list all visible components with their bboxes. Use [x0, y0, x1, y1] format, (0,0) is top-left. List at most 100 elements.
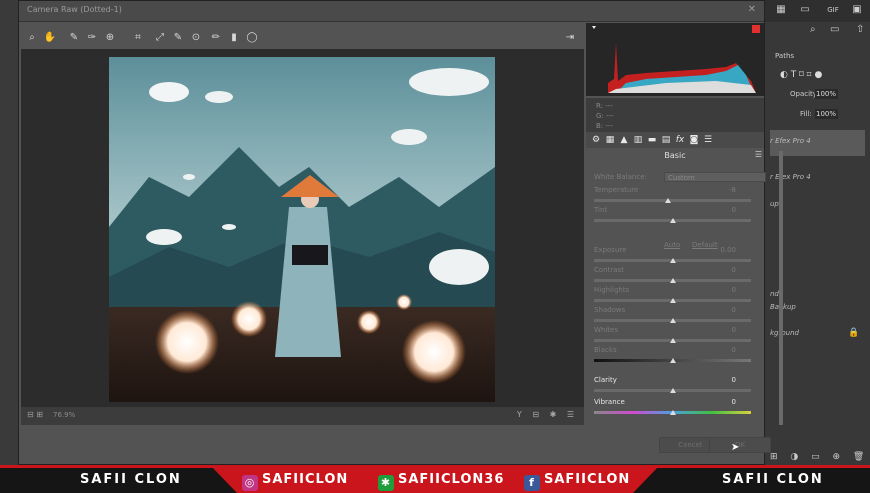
slider-label: Shadows — [594, 306, 626, 314]
facebook-text: SAFIICLON — [544, 472, 631, 487]
slider-value[interactable]: 0 — [732, 206, 736, 214]
layer-row[interactable]: up — [770, 197, 865, 211]
graduated-filter-icon[interactable]: ▮ — [227, 31, 241, 45]
lens-tab-icon[interactable]: ▤ — [660, 134, 672, 146]
gif-icon[interactable]: GIF — [823, 4, 843, 16]
title-bar: Camera Raw (Dotted-1) ✕ — [19, 1, 764, 22]
hand-icon[interactable]: ✋ — [43, 31, 57, 45]
zoom-controls-icon[interactable]: ⊟ ⊞ — [27, 410, 43, 419]
instagram-icon: ◎ — [242, 475, 258, 491]
open-preferences-icon[interactable]: ⇥ — [563, 31, 577, 45]
document-icon[interactable]: ▭ — [799, 4, 811, 16]
slider-handle[interactable] — [669, 278, 676, 283]
adjustment-brush-icon[interactable]: ✏ — [209, 31, 223, 45]
presets-tab-icon[interactable]: ☰ — [702, 134, 714, 146]
image-preview[interactable] — [21, 49, 584, 407]
fill-input[interactable]: 100% — [815, 109, 838, 119]
layer-row[interactable]: nd — [770, 287, 865, 301]
panel-tabs: ⚙ ▦ ▲ ▥ ▬ ▤ fx ◙ ☰ — [586, 132, 764, 148]
photoshop-options-bar: ▦ ▭ GIF ▣ — [765, 0, 870, 22]
crop-icon[interactable]: ⌗ — [131, 31, 145, 45]
slider-handle[interactable] — [664, 198, 671, 203]
spot-removal-icon[interactable]: ✎ — [171, 31, 185, 45]
default-link[interactable]: Default — [692, 241, 718, 249]
layer-row[interactable]: r Efex Pro 4 — [770, 130, 865, 156]
close-icon[interactable]: ✕ — [748, 4, 756, 15]
panel-title: Basic — [664, 151, 686, 160]
layer-action-icons[interactable]: ⊞ ◑ ▭ ⊕ 🗑 — [770, 452, 869, 462]
histogram-graph — [592, 25, 760, 93]
slider-handle[interactable] — [669, 258, 676, 263]
view-mode-icons[interactable]: Y ⊟ ✱ ☰ — [517, 410, 578, 419]
lock-icon: 🔒 — [848, 328, 860, 338]
rgb-readout: R: --- G: --- B: --- — [586, 98, 764, 132]
share-icon[interactable]: ⇧ — [856, 24, 864, 35]
grid-icon[interactable]: ▦ — [775, 4, 787, 16]
brand-right: SAFII CLON — [722, 472, 824, 487]
targeted-adjust-icon[interactable]: ⊕ — [103, 31, 117, 45]
slider-label: Clarity — [594, 376, 617, 384]
clipping-warning-icon[interactable] — [752, 25, 760, 33]
slider-value[interactable]: 0 — [732, 266, 736, 274]
split-toning-tab-icon[interactable]: ▬ — [646, 134, 658, 146]
slider-track[interactable] — [594, 199, 751, 202]
layer-row[interactable]: r Efex Pro 4 — [770, 170, 865, 184]
slider-handle[interactable] — [669, 338, 676, 343]
slider-value[interactable]: 0 — [732, 398, 736, 406]
secondary-text: SAFIICLON36 — [398, 472, 505, 487]
ok-button[interactable]: OK — [709, 437, 771, 453]
red-value: R: --- — [596, 102, 613, 110]
auto-link[interactable]: Auto — [664, 241, 680, 249]
slider-handle[interactable] — [669, 388, 676, 393]
frame-icon[interactable]: ▣ — [851, 4, 863, 16]
slider-label: Temperature — [594, 186, 639, 194]
white-balance-icon[interactable]: ✎ — [67, 31, 81, 45]
zoom-level[interactable]: 76.9% — [53, 411, 75, 419]
green-value: G: --- — [596, 112, 614, 120]
blue-value: B: --- — [596, 122, 613, 130]
opacity-input[interactable]: 100% — [815, 89, 838, 99]
slider-handle[interactable] — [669, 298, 676, 303]
slider-label: Exposure — [594, 246, 627, 254]
slider-label: Tint — [594, 206, 608, 214]
slider-value[interactable]: 0 — [732, 376, 736, 384]
slider-value[interactable]: 0 — [732, 286, 736, 294]
paths-tab[interactable]: Paths — [775, 52, 794, 60]
workspace-icon[interactable]: ▭ — [830, 24, 839, 35]
slider-value[interactable]: 0 — [732, 306, 736, 314]
hsl-tab-icon[interactable]: ▥ — [632, 134, 644, 146]
slider-value[interactable]: 0.00 — [720, 246, 736, 254]
facebook-handle: f SAFIICLON — [524, 471, 631, 491]
zoom-icon[interactable]: ⌕ — [25, 31, 39, 45]
white-balance-label: White Balance: — [594, 173, 647, 181]
fill-label: Fill: — [800, 110, 812, 118]
panel-scrollbar[interactable] — [779, 151, 783, 425]
panel-menu-icon[interactable]: ☰ — [755, 150, 762, 159]
basic-tab-icon[interactable]: ⚙ — [590, 134, 602, 146]
color-sampler-icon[interactable]: ✑ — [85, 31, 99, 45]
slider-handle[interactable] — [669, 218, 676, 223]
channel-banner: SAFII CLON ◎ SAFIICLON ✱ SAFIICLON36 f SAFI… — [0, 465, 870, 493]
red-eye-icon[interactable]: ⊙ — [189, 31, 203, 45]
brand-left: SAFII CLON — [80, 472, 182, 487]
camera-calibration-tab-icon[interactable]: ◙ — [688, 134, 700, 146]
social-icon: ✱ — [378, 475, 394, 491]
layer-row[interactable]: Backup — [770, 300, 865, 314]
tone-curve-tab-icon[interactable]: ▦ — [604, 134, 616, 146]
layer-filter-icons[interactable]: ◐ T ⌑ ⌗ ● — [780, 70, 822, 80]
search-icon[interactable]: ⌕ — [810, 24, 816, 35]
detail-tab-icon[interactable]: ▲ — [618, 134, 630, 146]
white-balance-select[interactable]: Custom — [664, 172, 766, 182]
effects-tab-icon[interactable]: fx — [674, 134, 686, 146]
preview-status-bar: ⊟ ⊞ 76.9% Y ⊟ ✱ ☰ — [21, 407, 584, 425]
slider-handle[interactable] — [669, 358, 676, 363]
slider-value[interactable]: 0 — [732, 326, 736, 334]
instagram-handle: ◎ SAFIICLON — [242, 471, 348, 491]
slider-value[interactable]: -8 — [729, 186, 736, 194]
radial-filter-icon[interactable]: ◯ — [245, 31, 259, 45]
slider-handle[interactable] — [669, 318, 676, 323]
slider-handle[interactable] — [669, 410, 676, 415]
slider-value[interactable]: 0 — [732, 346, 736, 354]
straighten-icon[interactable]: ⤢ — [153, 31, 167, 45]
slider-label: Whites — [594, 326, 619, 334]
